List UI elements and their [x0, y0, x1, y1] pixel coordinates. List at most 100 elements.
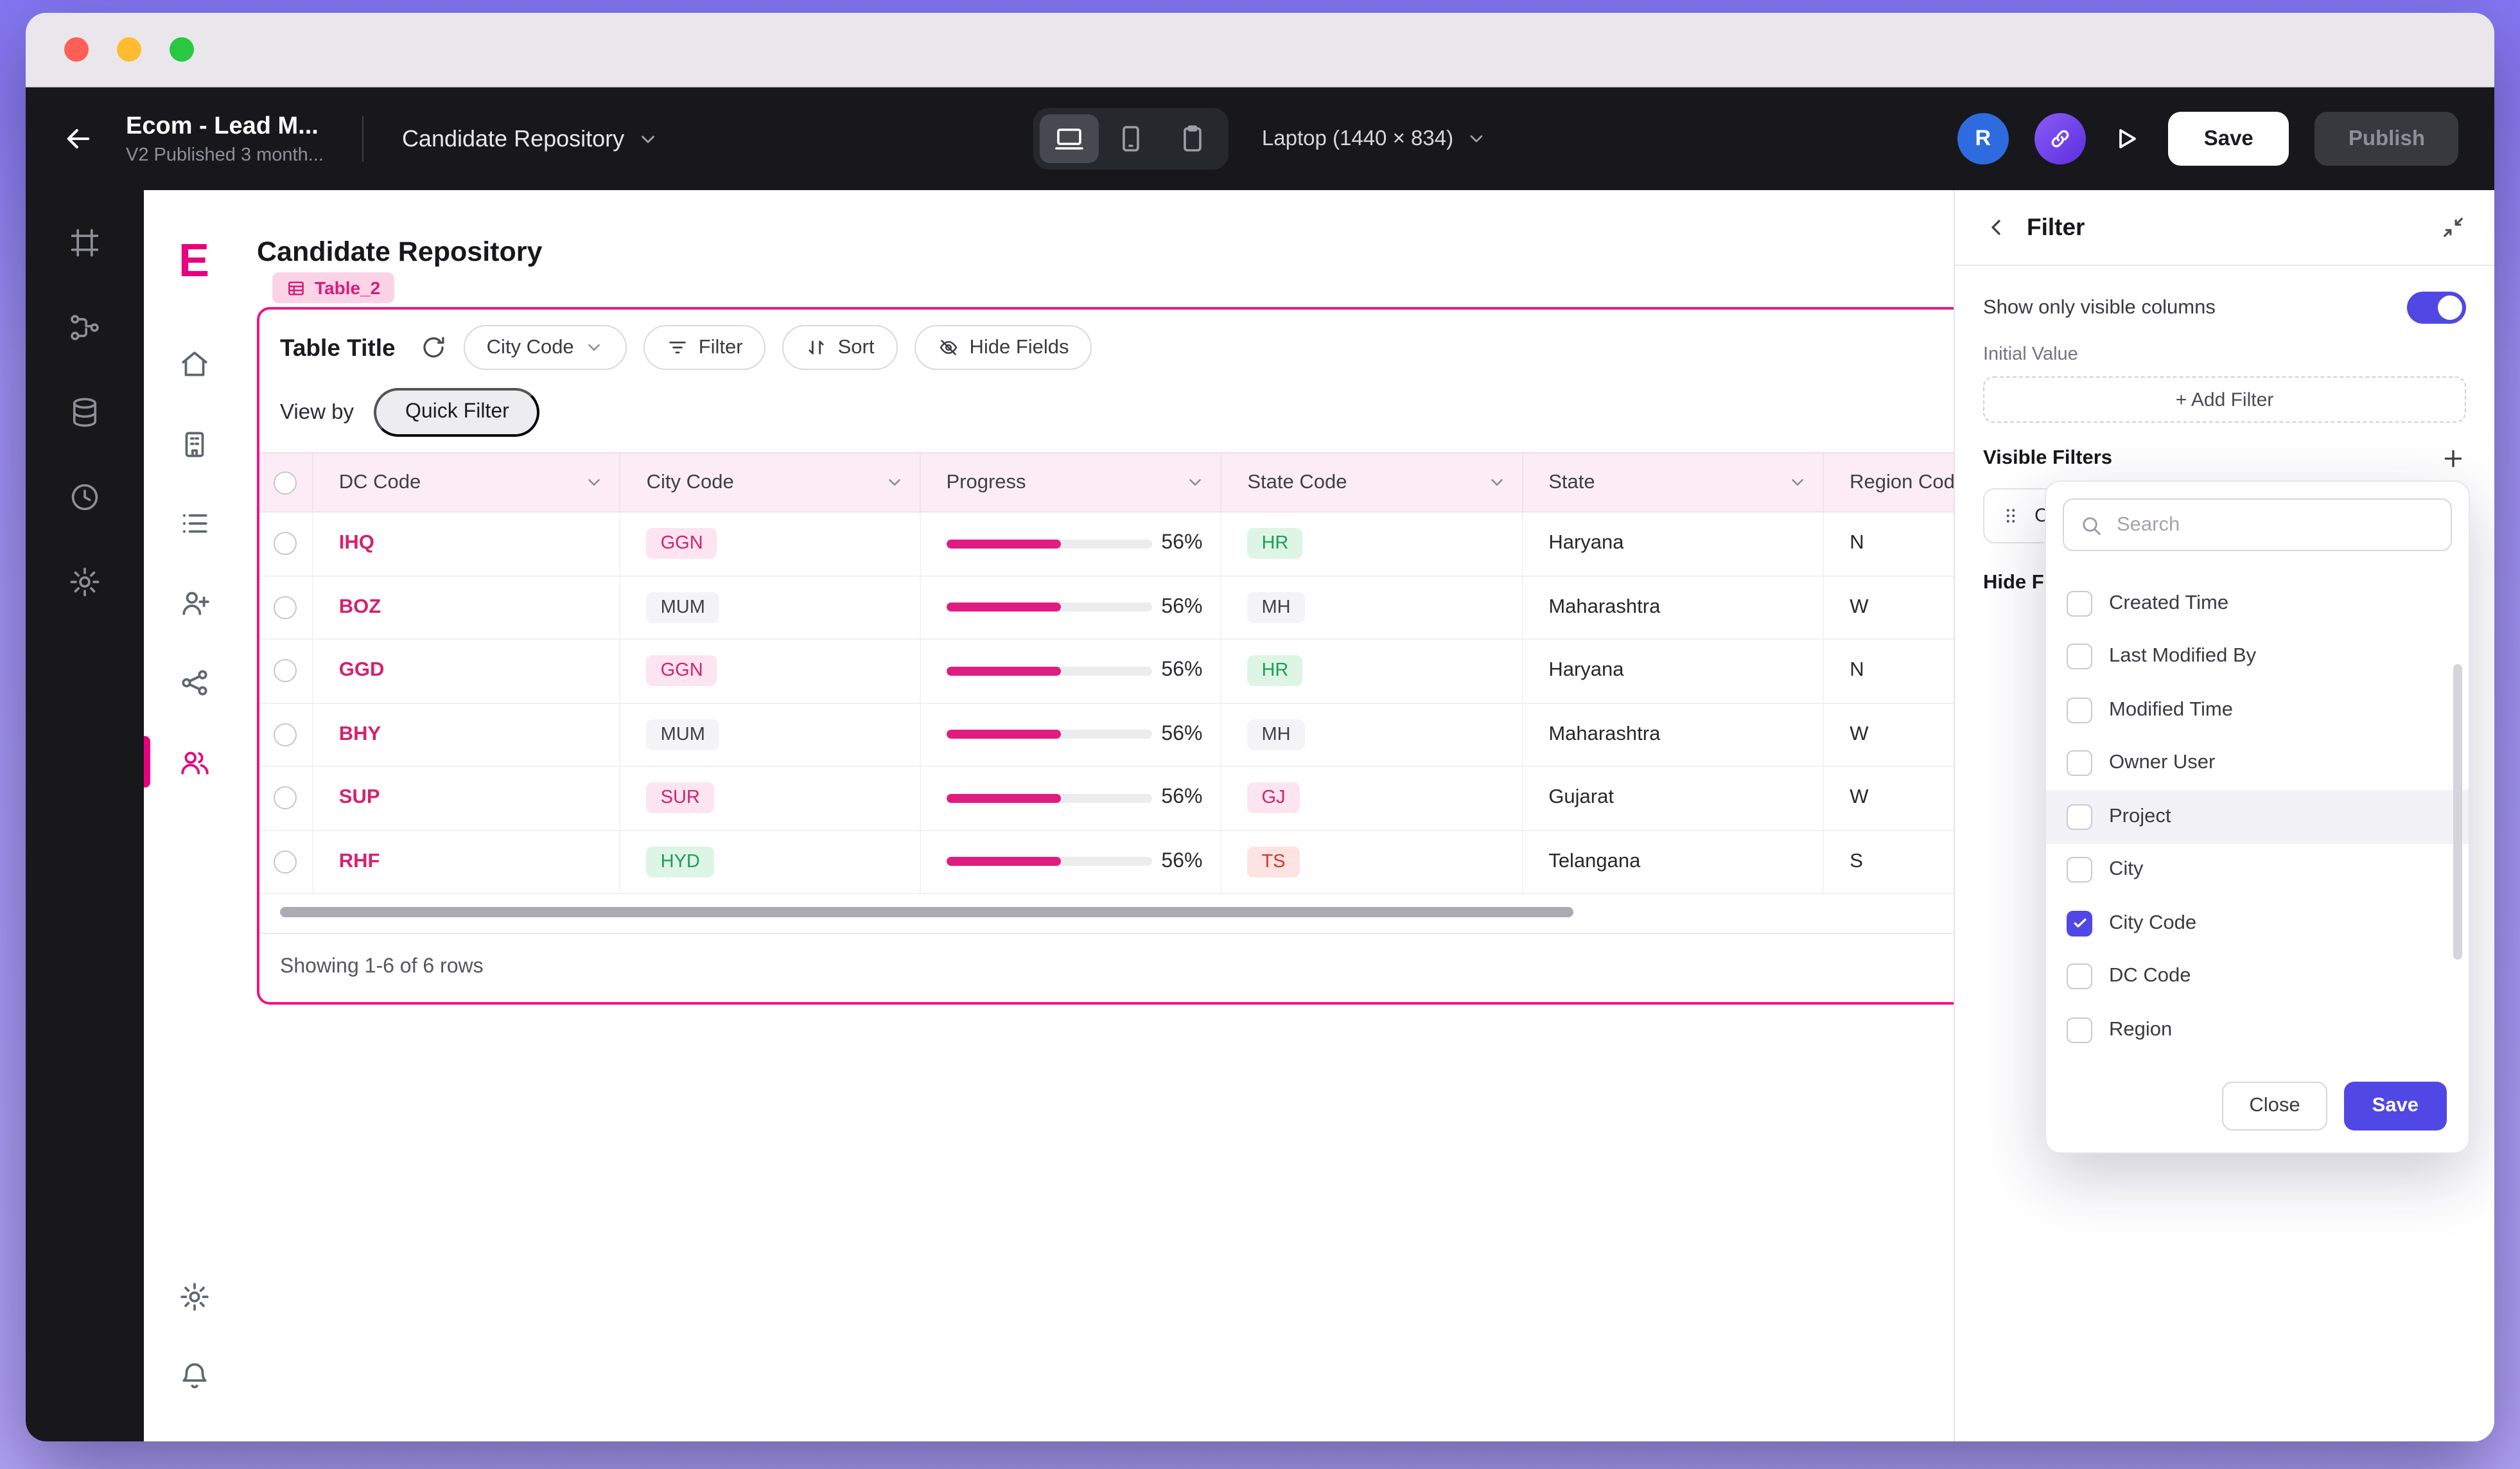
option-checkbox[interactable] — [2067, 644, 2092, 670]
editor-settings-button[interactable] — [68, 565, 101, 599]
row-checkbox[interactable] — [274, 850, 297, 874]
table-title: Table Title — [280, 333, 396, 362]
filter-column-option[interactable]: Created Time — [2046, 577, 2469, 630]
option-checkbox[interactable] — [2067, 804, 2092, 830]
filter-column-option[interactable]: Modified Time — [2046, 683, 2469, 737]
back-button[interactable] — [62, 122, 95, 155]
canvas-tool-button[interactable] — [68, 226, 101, 259]
table-row[interactable]: GGD GGN 56% HR Haryana N — [259, 640, 1954, 703]
widget-tag-label: Table_2 — [315, 277, 380, 298]
publish-button[interactable]: Publish — [2315, 112, 2458, 166]
widget-tag[interactable]: Table_2 — [272, 272, 394, 303]
filter-column-option[interactable]: Project — [2046, 790, 2469, 843]
chevron-down-icon[interactable] — [885, 473, 904, 492]
nav-home-button[interactable] — [144, 324, 244, 403]
scrollbar-thumb[interactable] — [280, 907, 1573, 917]
column-header[interactable]: Progress — [921, 453, 1222, 511]
filter-column-option[interactable]: City — [2046, 843, 2469, 897]
chevron-down-icon[interactable] — [1186, 473, 1205, 492]
table-row[interactable]: SUP SUR 56% GJ Gujarat W — [259, 767, 1954, 831]
device-toggle — [1033, 108, 1229, 170]
drag-handle-icon[interactable] — [2000, 505, 2022, 527]
state-code-badge: GJ — [1247, 783, 1299, 814]
filter-column-option[interactable]: Owner User — [2046, 737, 2469, 790]
nav-share-button[interactable] — [144, 642, 244, 722]
filter-column-option[interactable]: City Code — [2046, 897, 2469, 950]
city-code-badge: GGN — [647, 656, 717, 687]
progress-label: 56% — [1161, 723, 1202, 746]
column-header[interactable]: City Code — [621, 453, 921, 511]
close-button[interactable]: Close — [2222, 1082, 2327, 1130]
column-header[interactable]: Region Code — [1824, 453, 1954, 511]
save-button[interactable]: Save — [2168, 112, 2289, 166]
region-value: W — [1824, 703, 1954, 766]
panel-collapse-button[interactable] — [2440, 215, 2466, 240]
user-avatar[interactable]: R — [1957, 113, 2009, 164]
table-widget[interactable]: Table Title City Code — [257, 307, 1954, 1005]
add-filter-button[interactable]: + Add Filter — [1983, 376, 2466, 423]
chevron-down-icon[interactable] — [585, 473, 604, 492]
popover-save-button[interactable]: Save — [2344, 1082, 2447, 1130]
filter-button[interactable]: Filter — [643, 325, 766, 370]
nav-list-button[interactable] — [144, 483, 244, 563]
table-row[interactable]: BOZ MUM 56% MH Maharashtra W — [259, 576, 1954, 640]
table-row[interactable]: BHY MUM 56% MH Maharashtra W — [259, 703, 1954, 767]
nav-notifications-button[interactable] — [144, 1336, 244, 1416]
page-selector-dropdown[interactable]: Candidate Repository — [402, 125, 659, 152]
horizontal-scrollbar[interactable] — [280, 907, 1954, 917]
history-tool-button[interactable] — [68, 480, 101, 514]
nav-building-button[interactable] — [144, 403, 244, 483]
dc-code-value: RHF — [339, 850, 380, 874]
column-header[interactable]: DC Code — [313, 453, 621, 511]
add-visible-filter-button[interactable] — [2440, 446, 2466, 471]
option-checkbox[interactable] — [2067, 911, 2092, 937]
close-window-button[interactable] — [64, 37, 89, 62]
filter-column-option[interactable]: DC Code — [2046, 950, 2469, 1003]
sort-button[interactable]: Sort — [783, 325, 898, 370]
option-checkbox[interactable] — [2067, 698, 2092, 723]
plus-icon — [2440, 446, 2466, 471]
column-header[interactable]: State — [1523, 453, 1824, 511]
device-mobile-button[interactable] — [1163, 114, 1222, 163]
dc-code-value: IHQ — [339, 532, 374, 556]
device-size-dropdown[interactable]: Laptop (1440 × 834) — [1262, 127, 1487, 151]
visible-columns-toggle[interactable] — [2407, 292, 2466, 324]
filter-column-option[interactable]: Last Modified By — [2046, 630, 2469, 683]
row-checkbox[interactable] — [274, 596, 297, 619]
search-input[interactable] — [2114, 512, 2435, 538]
chevron-down-icon[interactable] — [1788, 473, 1807, 492]
option-checkbox[interactable] — [2067, 858, 2092, 883]
select-all-checkbox[interactable] — [274, 471, 297, 494]
row-checkbox[interactable] — [274, 787, 297, 810]
workflow-tool-button[interactable] — [68, 311, 101, 344]
device-tablet-button[interactable] — [1101, 114, 1160, 163]
database-tool-button[interactable] — [68, 396, 101, 429]
row-checkbox[interactable] — [274, 723, 297, 746]
zoom-window-button[interactable] — [170, 37, 194, 62]
option-checkbox[interactable] — [2067, 591, 2092, 617]
share-link-button[interactable] — [2034, 113, 2086, 164]
row-checkbox[interactable] — [274, 532, 297, 556]
nav-candidates-button[interactable] — [144, 722, 244, 802]
nav-add-user-button[interactable] — [144, 563, 244, 642]
minimize-window-button[interactable] — [117, 37, 141, 62]
device-laptop-button[interactable] — [1040, 114, 1099, 163]
panel-back-button[interactable] — [1983, 215, 2009, 240]
quick-filter-chip[interactable]: Quick Filter — [374, 388, 540, 437]
refresh-button[interactable] — [420, 334, 447, 361]
nav-bottom-group — [144, 1256, 244, 1441]
filter-column-option[interactable]: Region — [2046, 1003, 2469, 1057]
option-checkbox[interactable] — [2067, 1017, 2092, 1043]
option-checkbox[interactable] — [2067, 964, 2092, 990]
table-row[interactable]: IHQ GGN 56% HR Haryana N — [259, 513, 1954, 576]
chevron-down-icon[interactable] — [1487, 473, 1506, 492]
popover-scrollbar[interactable] — [2453, 664, 2462, 960]
column-selector-dropdown[interactable]: City Code — [464, 325, 627, 370]
hide-fields-button[interactable]: Hide Fields — [914, 325, 1092, 370]
table-row[interactable]: RHF HYD 56% TS Telangana S — [259, 831, 1954, 894]
nav-settings-button[interactable] — [144, 1256, 244, 1336]
row-checkbox[interactable] — [274, 660, 297, 683]
option-checkbox[interactable] — [2067, 751, 2092, 777]
column-header[interactable]: State Code — [1221, 453, 1523, 511]
preview-play-button[interactable] — [2112, 123, 2142, 154]
